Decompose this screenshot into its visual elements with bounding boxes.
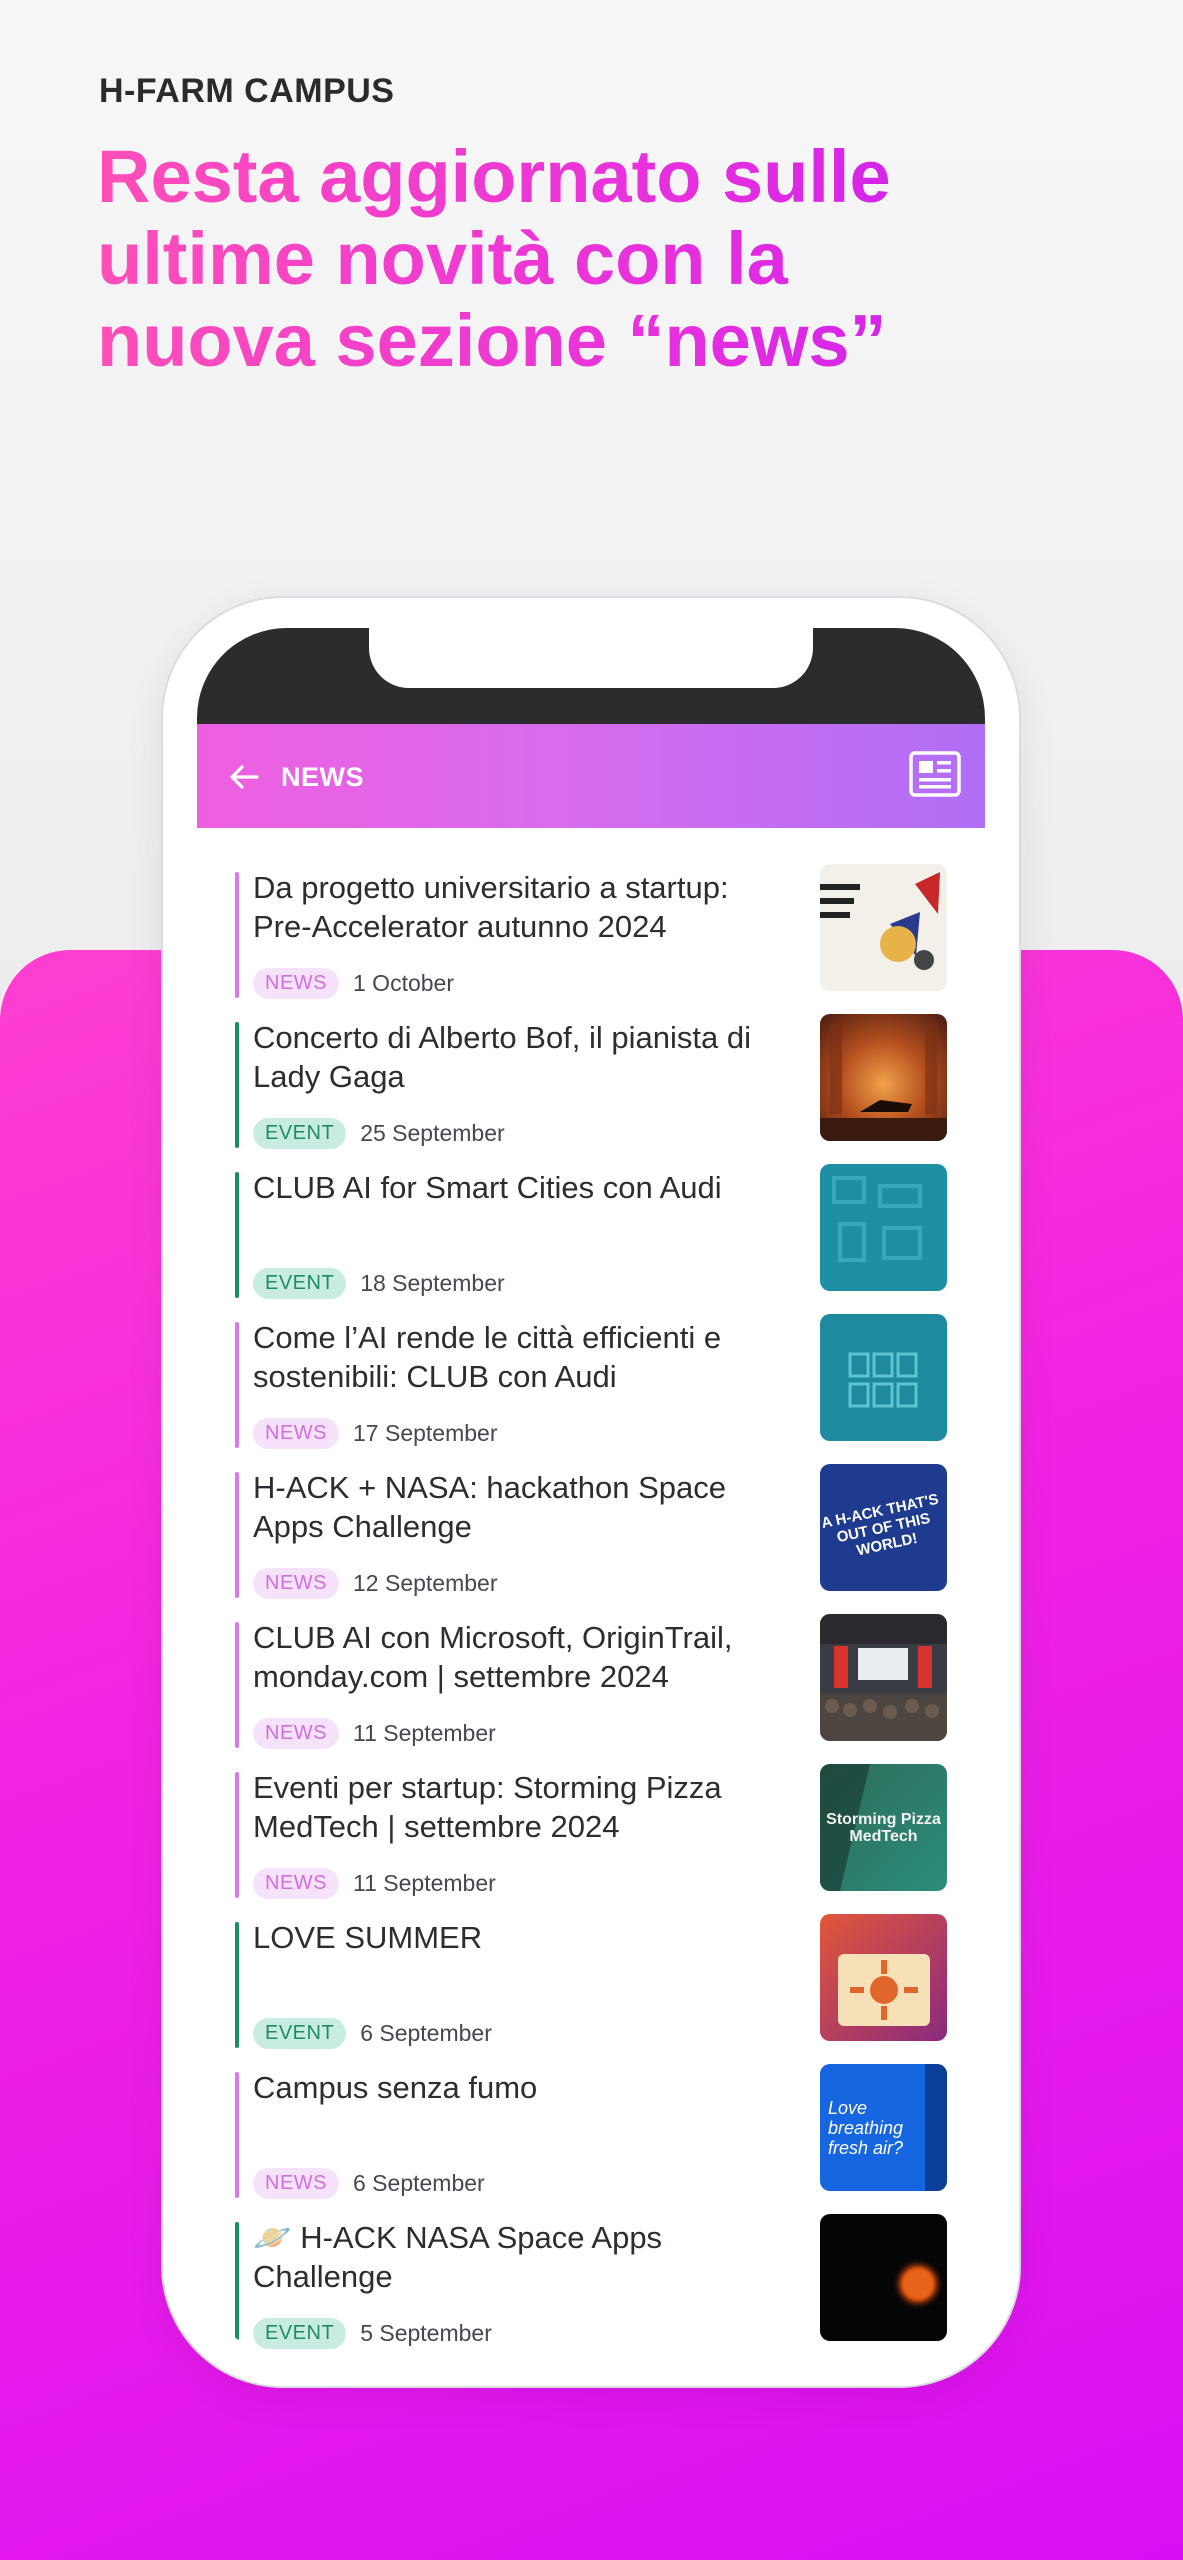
item-thumbnail: A H-ACK THAT'S OUT OF THIS WORLD! (820, 1464, 947, 1591)
item-meta: EVENT 25 September (253, 1118, 505, 1149)
item-accent-bar (235, 1172, 239, 1298)
item-meta: NEWS 11 September (253, 1718, 496, 1749)
list-item[interactable]: Campus senza fumo NEWS 6 September Love … (197, 2064, 985, 2214)
item-title: H-ACK + NASA: hackathon Space Apps Chall… (253, 1470, 726, 1544)
item-accent-bar (235, 2222, 239, 2348)
item-thumbnail (820, 864, 947, 991)
item-accent-bar (235, 1922, 239, 2048)
arrow-left-icon[interactable] (227, 760, 261, 794)
item-meta: NEWS 6 September (253, 2168, 485, 2199)
item-date: 12 September (353, 1570, 498, 1596)
item-title: 🪐 H-ACK NASA Space Apps Challenge (253, 2220, 663, 2294)
list-item[interactable]: CLUB AI for Smart Cities con Audi EVENT … (197, 1164, 985, 1314)
item-accent-bar (235, 1322, 239, 1448)
item-date: 18 September (360, 1270, 505, 1296)
notch (369, 628, 813, 688)
thumbnail-panel (925, 2064, 947, 2191)
list-item[interactable]: Da progetto universitario a startup: Pre… (197, 864, 985, 1014)
item-date: 17 September (353, 1420, 498, 1446)
item-thumbnail (820, 2214, 947, 2341)
item-thumbnail: Love breathing fresh air? (820, 2064, 947, 2191)
item-thumbnail (820, 1164, 947, 1291)
headline-line: nuova sezione “news” (97, 299, 887, 382)
list-item[interactable]: CLUB AI con Microsoft, OriginTrail, mond… (197, 1614, 985, 1764)
event-badge: EVENT (253, 2318, 347, 2349)
list-item[interactable]: Concerto di Alberto Bof, il pianista di … (197, 1014, 985, 1164)
item-date: 6 September (353, 2170, 485, 2196)
item-accent-bar (235, 1472, 239, 1598)
list-item[interactable]: Come l’AI rende le città efficienti e so… (197, 1314, 985, 1464)
item-title: Eventi per startup: Storming Pizza MedTe… (253, 1770, 722, 1844)
item-title: Come l’AI rende le città efficienti e so… (253, 1320, 722, 1394)
item-title: Campus senza fumo (253, 2070, 538, 2105)
item-thumbnail (820, 1014, 947, 1141)
thumbnail-text: A H-ACK THAT'S OUT OF THIS WORLD! (820, 1490, 941, 1559)
item-accent-bar (235, 872, 239, 998)
item-meta: NEWS 1 October (253, 968, 454, 999)
list-item[interactable]: H-ACK + NASA: hackathon Space Apps Chall… (197, 1464, 985, 1614)
news-badge: NEWS (253, 1868, 339, 1899)
app-bar-title: NEWS (281, 762, 364, 792)
item-title: LOVE SUMMER (253, 1920, 483, 1955)
item-date: 11 September (353, 1870, 496, 1896)
item-meta: EVENT 18 September (253, 1268, 505, 1299)
thumbnail-text: Love breathing fresh air? (828, 2097, 904, 2158)
list-item[interactable]: LOVE SUMMER EVENT 6 September (197, 1914, 985, 2064)
event-badge: EVENT (253, 1118, 347, 1149)
item-title: Da progetto universitario a startup: Pre… (253, 870, 729, 944)
status-bar (197, 628, 985, 724)
item-thumbnail (820, 1914, 947, 2041)
item-accent-bar (235, 2072, 239, 2198)
item-thumbnail: Storming Pizza MedTech (820, 1764, 947, 1891)
item-thumbnail (820, 1614, 947, 1741)
item-date: 5 September (360, 2320, 492, 2346)
headline: Resta aggiornato sulle ultime novità con… (97, 136, 1097, 382)
item-date: 1 October (353, 970, 454, 996)
newspaper-icon[interactable] (909, 751, 961, 797)
brand-label: H-FARM CAMPUS (99, 72, 395, 110)
item-date: 25 September (360, 1120, 505, 1146)
news-badge: NEWS (253, 1568, 339, 1599)
headline-line: Resta aggiornato sulle (97, 135, 891, 218)
item-meta: EVENT 5 September (253, 2318, 492, 2349)
list-item[interactable]: 🪐 H-ACK NASA Space Apps Challenge EVENT … (197, 2214, 985, 2354)
item-meta: NEWS 17 September (253, 1418, 497, 1449)
item-meta: NEWS 11 September (253, 1868, 496, 1899)
headline-line: ultime novità con la (97, 217, 788, 300)
item-thumbnail (820, 1314, 947, 1441)
item-title: CLUB AI con Microsoft, OriginTrail, mond… (253, 1620, 733, 1694)
phone-screen: NEWS Da progetto universitario a startup… (197, 628, 985, 2354)
item-title: Concerto di Alberto Bof, il pianista di … (253, 1020, 751, 1094)
news-badge: NEWS (253, 1718, 339, 1749)
item-title: CLUB AI for Smart Cities con Audi (253, 1170, 722, 1205)
event-badge: EVENT (253, 1268, 347, 1299)
item-date: 11 September (353, 1720, 496, 1746)
phone-frame: NEWS Da progetto universitario a startup… (163, 598, 1019, 2386)
item-accent-bar (235, 1622, 239, 1748)
item-accent-bar (235, 1772, 239, 1898)
item-accent-bar (235, 1022, 239, 1148)
news-badge: NEWS (253, 2168, 339, 2199)
event-badge: EVENT (253, 2018, 347, 2049)
item-meta: NEWS 12 September (253, 1568, 497, 1599)
item-date: 6 September (360, 2020, 492, 2046)
thumbnail-text: Storming Pizza MedTech (826, 1810, 941, 1845)
item-meta: EVENT 6 September (253, 2018, 492, 2049)
list-item[interactable]: Eventi per startup: Storming Pizza MedTe… (197, 1764, 985, 1914)
news-badge: NEWS (253, 1418, 339, 1449)
app-bar: NEWS (197, 724, 985, 828)
news-badge: NEWS (253, 968, 339, 999)
